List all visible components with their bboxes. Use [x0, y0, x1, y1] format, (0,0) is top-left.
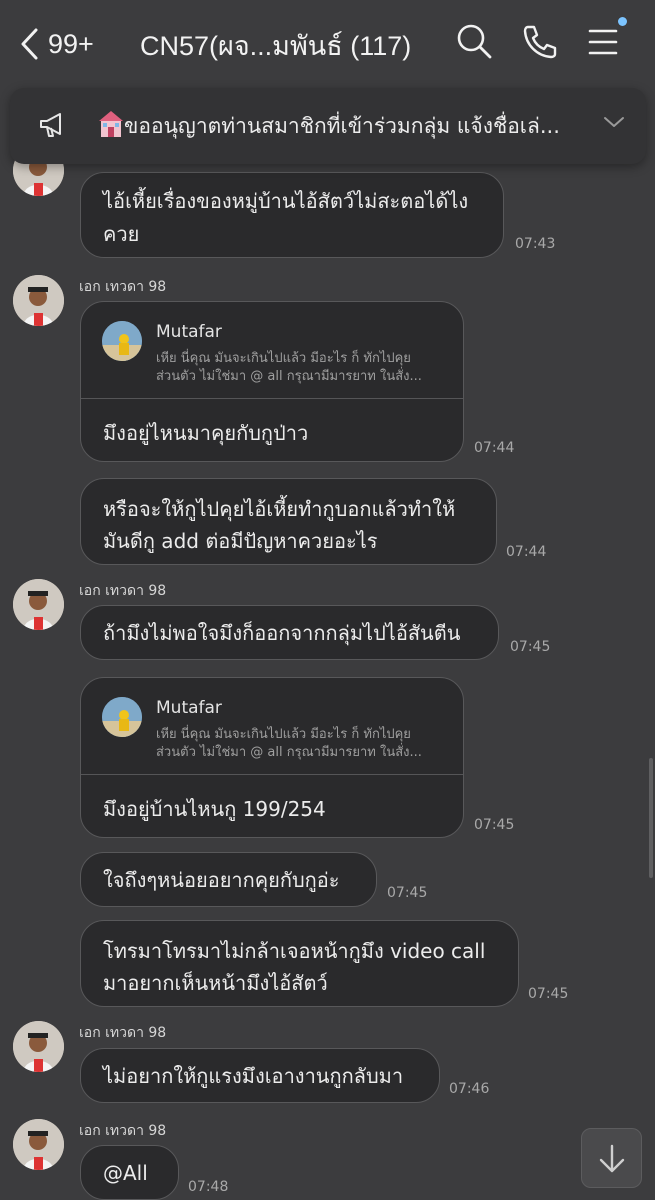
mention-text[interactable]: @All: [103, 1157, 148, 1189]
quoted-sender: Mutafar: [156, 322, 222, 342]
arrow-down-icon: [598, 1143, 626, 1179]
announcement-text: ขออนุญาตท่านสมาชิกที่เข้าร่วมกลุ่ม แจ้งช…: [124, 114, 560, 138]
message-time: 07:48: [188, 1179, 229, 1195]
sender-name: เอก เทวดา 98: [79, 1025, 167, 1041]
reply-message-bubble[interactable]: Mutafar เหีย นี่คุณ มันจะเกินไปแล้ว มีอะ…: [80, 301, 464, 462]
chat-screen: 99+ CN57(ผจ...มพันธ์ (117) ขออนุญาตท่านส…: [0, 0, 655, 1200]
message-time: 07:44: [506, 544, 547, 560]
house-emoji-icon: [98, 110, 124, 142]
chat-title[interactable]: CN57(ผจ...มพันธ์ (117): [140, 24, 411, 67]
message-bubble[interactable]: หรือจะให้กูไปคุยไอ้เหี้ยทำกูบอกแล้วทำให้…: [80, 478, 497, 565]
message-bubble[interactable]: ใจถึงๆหน่อยอยากคุยกับกูอ่ะ: [80, 852, 377, 907]
scrollbar[interactable]: [649, 758, 653, 878]
avatar[interactable]: [13, 275, 64, 326]
sender-name: เอก เทวดา 98: [79, 1123, 167, 1139]
message-time: 07:44: [474, 440, 515, 456]
message-text: มันดีกู add ต่อมีปัญหาควยอะไร: [103, 529, 378, 553]
message-text: ไม่อยากให้กูแรงมึงเอางานกูกลับมา: [103, 1064, 404, 1088]
phone-icon[interactable]: [520, 22, 560, 62]
scroll-to-bottom-button[interactable]: [581, 1128, 642, 1188]
quoted-text: ส่วนตัว ไม่ใช่มา @ all กรุณามีมารยาท ในส…: [156, 745, 422, 760]
message-time: 07:43: [515, 236, 556, 252]
quoted-sender: Mutafar: [156, 698, 222, 718]
quoted-message[interactable]: Mutafar เหีย นี่คุณ มันจะเกินไปแล้ว มีอะ…: [81, 302, 463, 399]
message-bubble[interactable]: ไม่อยากให้กูแรงมึงเอางานกูกลับมา: [80, 1048, 440, 1103]
message-text: ใจถึงๆหน่อยอยากคุยกับกูอ่ะ: [103, 868, 340, 892]
message-bubble[interactable]: @All: [80, 1145, 179, 1200]
message-text: ไอ้เหี้ยเรื่องของหมู่บ้านไอ้สัตว์ไม่สะตอ…: [103, 189, 469, 213]
quoted-avatar: [102, 697, 142, 737]
message-text: หรือจะให้กูไปคุยไอ้เหี้ยทำกูบอกแล้วทำให้: [103, 497, 456, 521]
message-time: 07:45: [474, 817, 515, 833]
back-chevron-icon: [20, 27, 40, 61]
message-time: 07:46: [449, 1081, 490, 1097]
chat-header: 99+ CN57(ผจ...มพันธ์ (117): [0, 0, 655, 86]
message-time: 07:45: [528, 986, 569, 1002]
avatar[interactable]: [13, 1119, 64, 1170]
message-bubble[interactable]: ถ้ามึงไม่พอใจมึงก็ออกจากกลุ่มไปไอ้สันตีน: [80, 605, 499, 660]
message-time: 07:45: [387, 885, 428, 901]
search-icon[interactable]: [455, 22, 495, 62]
sender-name: เอก เทวดา 98: [79, 583, 167, 599]
unread-count: 99+: [48, 28, 94, 59]
sender-name: เอก เทวดา 98: [79, 279, 167, 295]
megaphone-icon: [38, 110, 68, 144]
message-bubble[interactable]: โทรมาโทรมาไม่กล้าเจอหน้ากูมึง video call…: [80, 920, 519, 1007]
reply-message-bubble[interactable]: Mutafar เหีย นี่คุณ มันจะเกินไปแล้ว มีอะ…: [80, 677, 464, 838]
avatar[interactable]: [13, 1021, 64, 1072]
message-text: มึงอยู่บ้านไหนกู 199/254: [103, 797, 326, 821]
menu-icon[interactable]: [586, 22, 626, 62]
message-text: มาอยากเห็นหน้ามึงไอ้สัตว์: [103, 971, 328, 995]
quoted-avatar: [102, 321, 142, 361]
quoted-text: ส่วนตัว ไม่ใช่มา @ all กรุณามีมารยาท ในส…: [156, 369, 422, 384]
message-text: โทรมาโทรมาไม่กล้าเจอหน้ากูมึง video call: [103, 939, 486, 963]
notification-dot: [618, 17, 627, 26]
back-button[interactable]: 99+: [20, 22, 94, 66]
quoted-message[interactable]: Mutafar เหีย นี่คุณ มันจะเกินไปแล้ว มีอะ…: [81, 678, 463, 775]
message-text: ควย: [103, 222, 140, 246]
avatar[interactable]: [13, 579, 64, 630]
message-bubble[interactable]: ไอ้เหี้ยเรื่องของหมู่บ้านไอ้สัตว์ไม่สะตอ…: [80, 172, 504, 258]
chevron-down-icon[interactable]: [602, 114, 626, 134]
message-time: 07:45: [510, 639, 551, 655]
announcement-banner[interactable]: ขออนุญาตท่านสมาชิกที่เข้าร่วมกลุ่ม แจ้งช…: [10, 88, 646, 164]
message-text: มึงอยู่ไหนมาคุยกับกูป่าว: [103, 421, 309, 445]
message-text: ถ้ามึงไม่พอใจมึงก็ออกจากกลุ่มไปไอ้สันตีน: [103, 621, 461, 645]
